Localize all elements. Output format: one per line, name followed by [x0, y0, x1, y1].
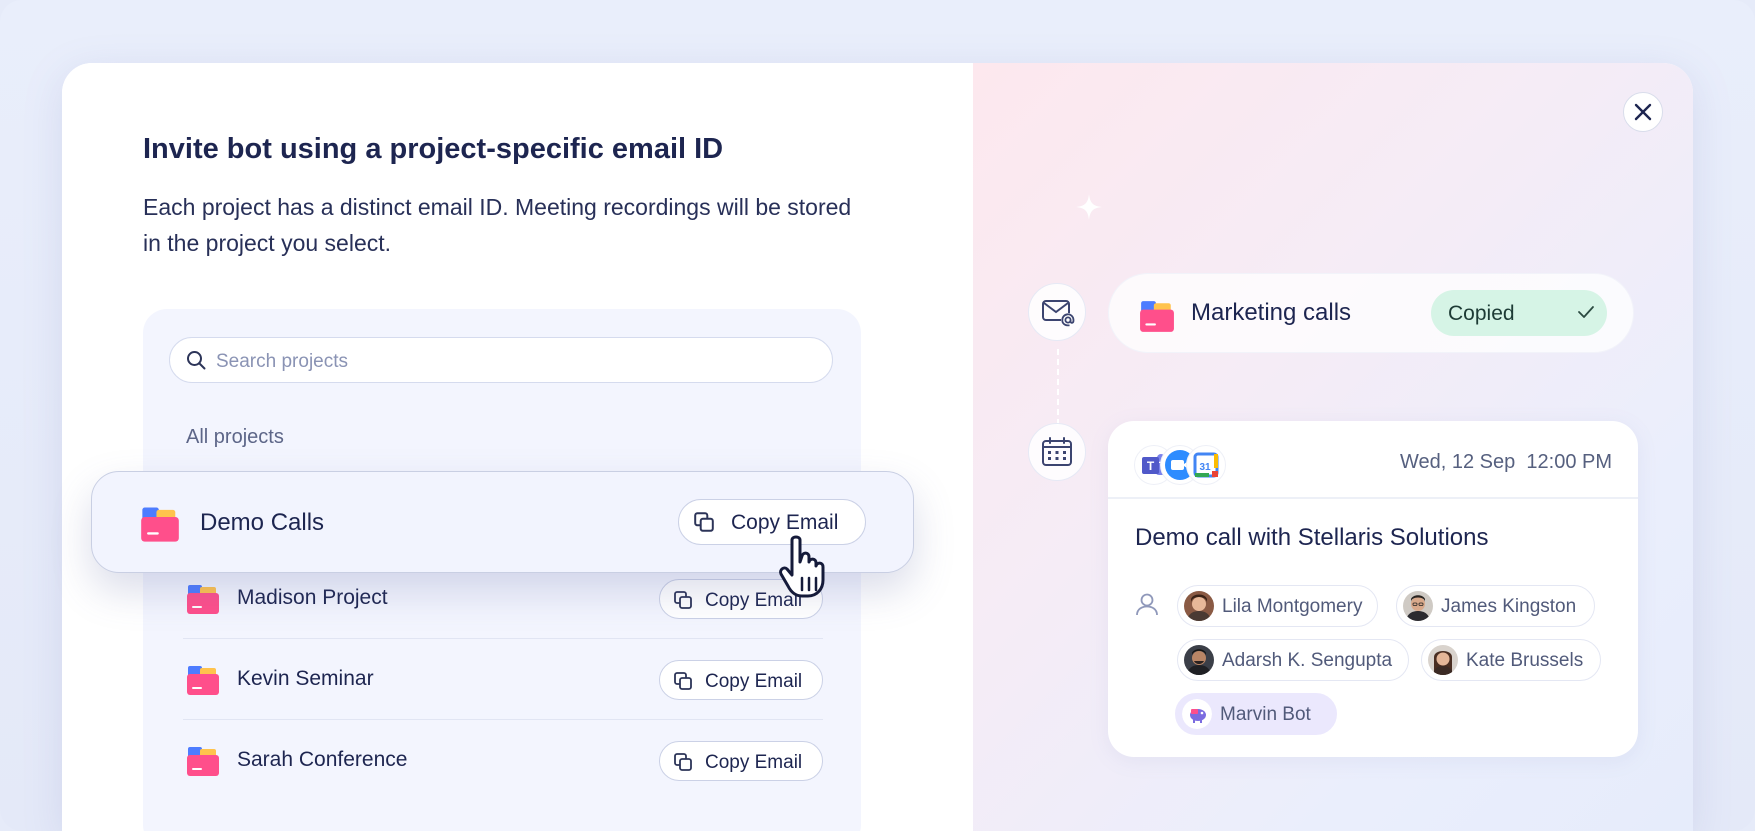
project-name: Demo Calls [200, 509, 325, 536]
search-icon [187, 351, 206, 370]
attendee-chip: James Kingston [1396, 585, 1595, 627]
calendar-step-icon [1028, 423, 1086, 481]
avatar [1184, 645, 1214, 675]
copy-icon [674, 591, 692, 609]
copy-icon [674, 753, 692, 771]
timeline-connector [1057, 349, 1059, 425]
svg-text:T: T [1146, 459, 1154, 473]
person-icon [1136, 593, 1158, 616]
avatar [1428, 645, 1458, 675]
dialog-description: Each project has a distinct email ID. Me… [143, 194, 852, 256]
card-divider [1108, 497, 1638, 499]
email-at-icon [1041, 299, 1075, 327]
close-button[interactable] [1623, 92, 1663, 132]
sparkle-icon [1076, 194, 1102, 220]
folder-icon [141, 507, 179, 542]
project-row-kevin[interactable]: Kevin Seminar Copy Email [183, 640, 823, 720]
copied-label: Copied [1448, 302, 1515, 325]
copy-email-label: Copy Email [731, 511, 839, 534]
dialog-title: Invite bot using a project-specific emai… [143, 133, 724, 165]
attendee-name: Marvin Bot [1220, 704, 1311, 725]
search-placeholder: Search projects [216, 351, 349, 372]
folder-icon [187, 585, 219, 614]
copy-email-button[interactable]: Copy Email [659, 741, 823, 781]
folder-icon [187, 666, 219, 695]
all-projects-label: All projects [186, 426, 284, 448]
project-name: Kevin Seminar [237, 667, 374, 690]
event-datetime: Wed, 12 Sep 12:00 PM [1400, 451, 1612, 474]
close-icon [1634, 103, 1651, 120]
avatar [1184, 591, 1214, 621]
check-icon [1578, 306, 1594, 318]
attendee-chip: Kate Brussels [1421, 639, 1601, 681]
copy-email-label: Copy Email [705, 752, 803, 773]
google-calendar-icon: 31 [1186, 445, 1226, 485]
search-input[interactable]: Search projects [169, 337, 833, 383]
meeting-app-icons: T 31 [1134, 445, 1234, 487]
email-step-icon [1028, 283, 1086, 341]
event-time: 12:00 PM [1526, 451, 1612, 473]
left-pane: Invite bot using a project-specific emai… [62, 63, 973, 831]
folder-icon [1140, 301, 1174, 332]
attendee-chip: Lila Montgomery [1177, 585, 1378, 627]
bot-avatar-icon [1182, 699, 1212, 729]
project-name: Sarah Conference [237, 748, 408, 771]
email-project-pill: Marketing calls Copied [1108, 273, 1634, 353]
attendee-chip: Adarsh K. Sengupta [1177, 639, 1409, 681]
copy-icon [694, 512, 714, 532]
calendar-icon [1041, 436, 1072, 466]
event-date: Wed, 12 Sep [1400, 451, 1516, 473]
attendee-name: James Kingston [1441, 596, 1577, 617]
copy-email-button[interactable]: Copy Email [659, 660, 823, 700]
folder-icon [187, 747, 219, 776]
bot-chip: Marvin Bot [1175, 693, 1337, 735]
email-project-name: Marketing calls [1191, 299, 1352, 326]
copied-badge: Copied [1431, 290, 1607, 336]
copy-icon [674, 672, 692, 690]
attendee-name: Adarsh K. Sengupta [1222, 650, 1393, 671]
pointer-hand-icon [779, 535, 825, 598]
project-name: Madison Project [237, 586, 388, 609]
svg-text:31: 31 [1199, 462, 1211, 473]
attendee-name: Kate Brussels [1466, 650, 1584, 671]
attendee-name: Lila Montgomery [1222, 596, 1363, 617]
avatar [1403, 591, 1433, 621]
meeting-event-card: T 31 Wed, 12 Sep 12:00 PM Demo call with… [1108, 421, 1638, 757]
event-title: Demo call with Stellaris Solutions [1135, 524, 1489, 551]
project-row-sarah[interactable]: Sarah Conference Copy Email [183, 721, 823, 801]
copy-email-label: Copy Email [705, 671, 803, 692]
